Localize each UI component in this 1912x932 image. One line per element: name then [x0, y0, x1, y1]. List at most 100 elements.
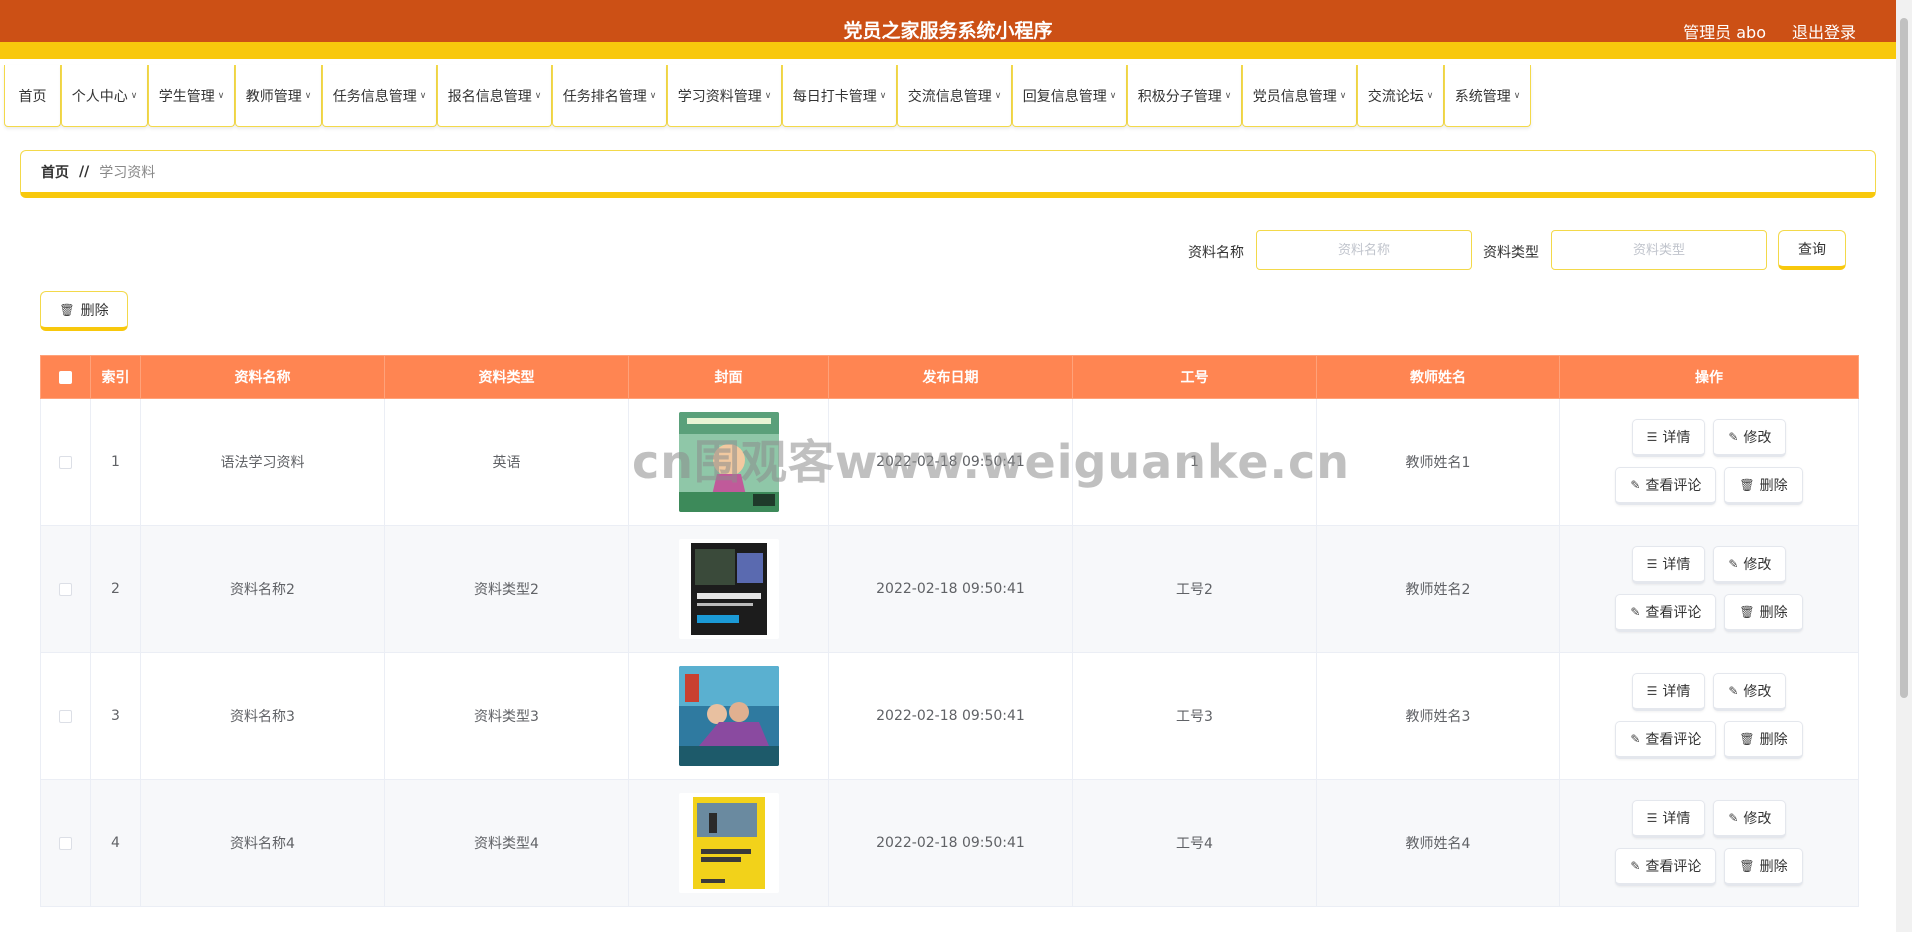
query-button[interactable]: 查询 — [1778, 230, 1846, 270]
date-cell: 2022-02-18 09:50:41 — [828, 398, 1073, 526]
nav-item-label: 首页 — [18, 88, 47, 105]
select-all-checkbox[interactable] — [59, 370, 72, 384]
row-select-cell[interactable] — [40, 398, 91, 526]
admin-user-label[interactable]: 管理员 abo — [1683, 19, 1766, 43]
nav-item-daily-checkin-management[interactable]: 每日打卡管理 ∨ — [782, 65, 897, 127]
index-cell: 4 — [90, 779, 141, 907]
row-select-cell[interactable] — [40, 779, 91, 907]
type-cell: 资料类型3 — [384, 652, 629, 780]
chevron-down-icon: ∨ — [1426, 90, 1434, 101]
job-no-cell: 工号3 — [1072, 652, 1317, 780]
chevron-down-icon: ∨ — [994, 90, 1002, 101]
scrollbar-thumb[interactable] — [1900, 18, 1908, 698]
chevron-down-icon: ∨ — [879, 90, 887, 101]
nav-item-activist-management[interactable]: 积极分子管理 ∨ — [1127, 65, 1242, 127]
actions-cell: ☰ 详情 ✎ 修改 ✎ 查看评论 🗑 删除 — [1559, 525, 1859, 653]
pencil-icon: ✎ — [1630, 605, 1641, 619]
type-cell: 英语 — [384, 398, 629, 526]
chevron-down-icon: ∨ — [419, 90, 427, 101]
edit-button[interactable]: ✎ 修改 — [1713, 800, 1787, 838]
edit-button[interactable]: ✎ 修改 — [1713, 546, 1787, 584]
teacher-cell: 教师姓名3 — [1316, 652, 1560, 780]
row-checkbox[interactable] — [59, 455, 72, 469]
view-comments-button[interactable]: ✎ 查看评论 — [1615, 721, 1717, 759]
name-cell: 资料名称4 — [140, 779, 385, 907]
row-select-cell[interactable] — [40, 525, 91, 653]
nav-item-reply-info-management[interactable]: 回复信息管理 ∨ — [1012, 65, 1127, 127]
chevron-down-icon: ∨ — [1224, 90, 1232, 101]
table-row: 2 资料名称2 资料类型2 2022-02-18 09:50:41 工号2 教师… — [40, 525, 1859, 653]
nav-item-teacher-management[interactable]: 教师管理 ∨ — [235, 65, 322, 127]
cover-image — [678, 539, 779, 639]
logout-link[interactable]: 退出登录 — [1792, 19, 1856, 43]
vertical-scrollbar[interactable] — [1896, 0, 1912, 932]
edit-button[interactable]: ✎ 修改 — [1713, 419, 1787, 457]
teacher-cell: 教师姓名2 — [1316, 525, 1560, 653]
table-header-row: 索引 资料名称 资料类型 封面 发布日期 工号 教师姓名 操作 — [40, 355, 1859, 399]
nav-item-label: 回复信息管理 — [1022, 88, 1107, 105]
nav-item-student-management[interactable]: 学生管理 ∨ — [148, 65, 235, 127]
nav-item-label: 学生管理 — [158, 88, 215, 105]
detail-button[interactable]: ☰ 详情 — [1631, 800, 1706, 838]
row-checkbox[interactable] — [59, 836, 72, 850]
app-title: 党员之家服务系统小程序 — [843, 20, 1053, 42]
view-comments-button[interactable]: ✎ 查看评论 — [1615, 848, 1717, 886]
actions-cell: ☰ 详情 ✎ 修改 ✎ 查看评论 🗑 删除 — [1559, 652, 1859, 780]
type-cell: 资料类型2 — [384, 525, 629, 653]
delete-button[interactable]: 🗑 删除 — [1724, 848, 1803, 886]
view-comments-button[interactable]: ✎ 查看评论 — [1615, 594, 1717, 632]
column-header-actions: 操作 — [1559, 355, 1859, 399]
nav-item-label: 个人中心 — [71, 88, 128, 105]
nav-item-party-member-management[interactable]: 党员信息管理 ∨ — [1242, 65, 1357, 127]
chevron-down-icon: ∨ — [764, 90, 772, 101]
nav-item-forum[interactable]: 交流论坛 ∨ — [1357, 65, 1444, 127]
chevron-down-icon: ∨ — [130, 90, 138, 101]
chevron-down-icon: ∨ — [217, 90, 225, 101]
nav-item-system-management[interactable]: 系统管理 ∨ — [1444, 65, 1531, 127]
trash-icon: 🗑 — [59, 302, 75, 317]
trash-icon: 🗑 — [1739, 732, 1755, 746]
nav-item-task-info-management[interactable]: 任务信息管理 ∨ — [322, 65, 437, 127]
view-comments-button[interactable]: ✎ 查看评论 — [1615, 467, 1717, 505]
select-all-cell[interactable] — [40, 355, 91, 399]
nav-item-personal-center[interactable]: 个人中心 ∨ — [61, 65, 148, 127]
pencil-icon: ✎ — [1728, 557, 1739, 571]
edit-label: 修改 — [1743, 811, 1772, 827]
breadcrumb-home[interactable]: 首页 — [41, 162, 69, 182]
column-header-type: 资料类型 — [384, 355, 629, 399]
row-checkbox[interactable] — [59, 709, 72, 723]
nav-item-label: 党员信息管理 — [1252, 88, 1337, 105]
material-name-input[interactable] — [1256, 230, 1472, 270]
delete-button[interactable]: 🗑 删除 — [1724, 467, 1803, 505]
pencil-icon: ✎ — [1630, 859, 1641, 873]
pencil-icon: ✎ — [1630, 478, 1641, 492]
nav-item-task-ranking-management[interactable]: 任务排名管理 ∨ — [552, 65, 667, 127]
chevron-down-icon: ∨ — [304, 90, 312, 101]
nav-item-label: 系统管理 — [1454, 88, 1511, 105]
nav-item-study-material-management[interactable]: 学习资料管理 ∨ — [667, 65, 782, 127]
actions-cell: ☰ 详情 ✎ 修改 ✎ 查看评论 🗑 删除 — [1559, 398, 1859, 526]
user-area: 管理员 abo 退出登录 — [1683, 19, 1856, 43]
nav-item-home[interactable]: 首页 — [4, 65, 61, 127]
cover-cell — [628, 779, 829, 907]
type-cell: 资料类型4 — [384, 779, 629, 907]
nav-item-signup-info-management[interactable]: 报名信息管理 ∨ — [437, 65, 552, 127]
row-select-cell[interactable] — [40, 652, 91, 780]
detail-button[interactable]: ☰ 详情 — [1631, 673, 1706, 711]
delete-button[interactable]: 🗑 删除 — [1724, 594, 1803, 632]
detail-button[interactable]: ☰ 详情 — [1631, 419, 1706, 457]
delete-button[interactable]: 🗑 删除 — [1724, 721, 1803, 759]
row-checkbox[interactable] — [59, 582, 72, 596]
delete-label: 删除 — [1759, 859, 1788, 875]
teacher-cell: 教师姓名1 — [1316, 398, 1560, 526]
nav-item-exchange-info-management[interactable]: 交流信息管理 ∨ — [897, 65, 1012, 127]
document-icon: ☰ — [1646, 557, 1658, 571]
material-type-input[interactable] — [1551, 230, 1767, 270]
chevron-down-icon: ∨ — [534, 90, 542, 101]
view-comments-label: 查看评论 — [1645, 859, 1702, 875]
index-cell: 2 — [90, 525, 141, 653]
edit-button[interactable]: ✎ 修改 — [1713, 673, 1787, 711]
detail-button[interactable]: ☰ 详情 — [1631, 546, 1706, 584]
trash-icon: 🗑 — [1739, 859, 1755, 873]
batch-delete-button[interactable]: 🗑 删除 — [40, 291, 128, 331]
